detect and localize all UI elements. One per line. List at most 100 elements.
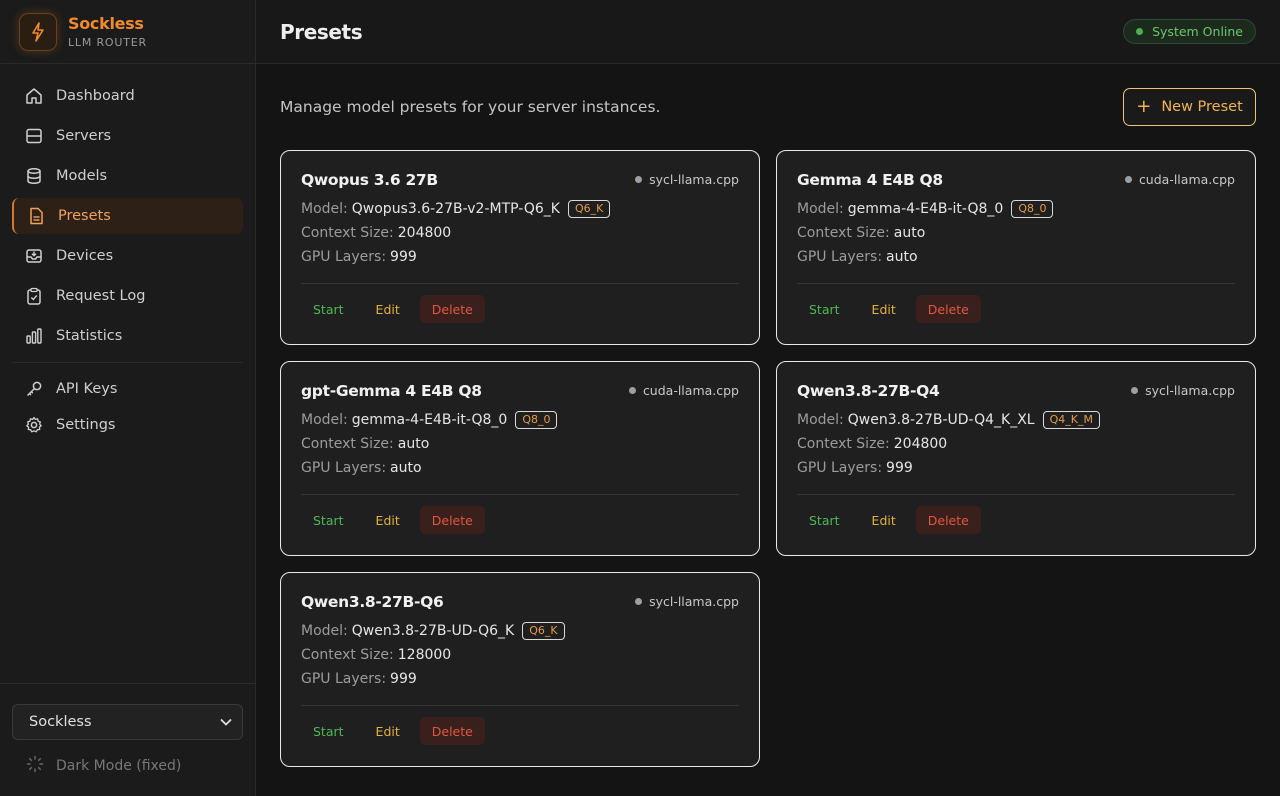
quant-badge: Q6_K	[522, 622, 565, 640]
sidebar-item-models[interactable]: Models	[12, 158, 243, 194]
preset-title: Qwopus 3.6 27B	[301, 171, 438, 189]
delete-button[interactable]: Delete	[419, 295, 485, 323]
gpu-field: GPU Layers: 999	[301, 245, 739, 269]
start-button[interactable]: Start	[301, 506, 356, 534]
model-value: Qwen3.8-27B-UD-Q6_K	[351, 623, 515, 639]
model-value: Qwen3.8-27B-UD-Q4_K_XL	[847, 412, 1035, 428]
sidebar-item-dashboard[interactable]: Dashboard	[12, 78, 243, 114]
edit-button[interactable]: Edit	[364, 295, 412, 323]
delete-button[interactable]: Delete	[419, 506, 485, 534]
new-preset-button[interactable]: + New Preset	[1123, 88, 1256, 126]
context-value: auto	[893, 225, 926, 241]
quant-badge: Q8_0	[515, 411, 558, 429]
preset-title: Qwen3.8-27B-Q4	[797, 382, 940, 400]
server-icon	[24, 126, 44, 146]
preset-card: gpt-Gemma 4 E4B Q8 cuda-llama.cpp Model:…	[280, 361, 760, 556]
quant-badge: Q8_0	[1011, 200, 1054, 218]
sidebar-item-request-log[interactable]: Request Log	[12, 278, 243, 314]
new-preset-label: New Preset	[1161, 99, 1243, 115]
bar-chart-icon	[24, 326, 44, 346]
sidebar-item-label: API Keys	[56, 381, 118, 397]
preset-card: Qwopus 3.6 27B sycl-llama.cpp Model: Qwop…	[280, 150, 760, 345]
card-divider	[301, 494, 739, 495]
field-label: Model:	[797, 412, 844, 428]
start-button[interactable]: Start	[301, 295, 356, 323]
sidebar-item-settings[interactable]: Settings	[12, 409, 243, 441]
database-icon	[24, 166, 44, 186]
workspace-select-value: Sockless	[29, 714, 92, 730]
delete-button[interactable]: Delete	[915, 506, 981, 534]
inbox-icon	[24, 246, 44, 266]
sidebar-item-label: Dashboard	[56, 88, 135, 104]
engine-badge: cuda-llama.cpp	[1124, 172, 1235, 187]
field-label: GPU Layers:	[301, 671, 387, 687]
sidebar-item-devices[interactable]: Devices	[12, 238, 243, 274]
page-description: Manage model presets for your server ins…	[280, 98, 661, 116]
delete-button[interactable]: Delete	[915, 295, 981, 323]
brand-subtitle: LLM ROUTER	[68, 35, 147, 49]
model-field: Model: Qwopus3.6-27B-v2-MTP-Q6_K Q6_K	[301, 197, 739, 221]
model-field: Model: Qwen3.8-27B-UD-Q4_K_XL Q4_K_M	[797, 408, 1235, 432]
preset-grid: Qwopus 3.6 27B sycl-llama.cpp Model: Qwop…	[280, 150, 1256, 767]
model-field: Model: gemma-4-E4B-it-Q8_0 Q8_0	[301, 408, 739, 432]
card-actions: Start Edit Delete	[301, 295, 493, 323]
edit-button[interactable]: Edit	[364, 717, 412, 745]
sidebar-item-statistics[interactable]: Statistics	[12, 318, 243, 354]
sidebar-item-label: Models	[56, 168, 108, 184]
field-label: Context Size:	[301, 647, 394, 663]
dark-mode-toggle: Dark Mode (fixed)	[12, 755, 243, 777]
engine-badge: sycl-llama.cpp	[635, 594, 739, 609]
field-label: Model:	[301, 412, 348, 428]
context-value: 128000	[397, 647, 452, 663]
edit-button[interactable]: Edit	[860, 295, 908, 323]
preset-title: Gemma 4 E4B Q8	[797, 171, 943, 189]
field-label: Model:	[301, 201, 348, 217]
field-label: Model:	[301, 623, 348, 639]
model-value: gemma-4-E4B-it-Q8_0	[847, 201, 1004, 217]
context-field: Context Size: auto	[301, 432, 739, 456]
context-value: 204800	[397, 225, 452, 241]
context-field: Context Size: 204800	[797, 432, 1235, 456]
engine-badge: sycl-llama.cpp	[1131, 383, 1235, 398]
preset-title: Qwen3.8-27B-Q6	[301, 593, 444, 611]
engine-dot-icon	[1131, 387, 1139, 394]
card-divider	[797, 494, 1235, 495]
delete-button[interactable]: Delete	[419, 717, 485, 745]
card-actions: Start Edit Delete	[301, 506, 493, 534]
gpu-field: GPU Layers: 999	[301, 667, 739, 691]
card-actions: Start Edit Delete	[797, 295, 989, 323]
edit-button[interactable]: Edit	[364, 506, 412, 534]
start-button[interactable]: Start	[797, 295, 852, 323]
sidebar-item-presets[interactable]: Presets	[12, 198, 243, 234]
sidebar-item-label: Settings	[56, 417, 116, 433]
sidebar-item-api-keys[interactable]: API Keys	[12, 373, 243, 405]
sidebar-item-servers[interactable]: Servers	[12, 118, 243, 154]
main-content: Manage model presets for your server ins…	[256, 64, 1280, 796]
key-icon	[24, 379, 44, 399]
engine-label: cuda-llama.cpp	[642, 383, 739, 398]
field-label: Context Size:	[301, 225, 394, 241]
engine-label: sycl-llama.cpp	[1145, 383, 1235, 398]
status-dot-icon	[1136, 28, 1144, 35]
sidebar-item-label: Request Log	[56, 288, 146, 304]
model-field: Model: gemma-4-E4B-it-Q8_0 Q8_0	[797, 197, 1235, 221]
sidebar-item-label: Servers	[56, 128, 112, 144]
card-actions: Start Edit Delete	[797, 506, 989, 534]
nav-divider	[12, 362, 243, 363]
field-label: Context Size:	[797, 436, 890, 452]
preset-card: Gemma 4 E4B Q8 cuda-llama.cpp Model: gemm…	[776, 150, 1256, 345]
start-button[interactable]: Start	[797, 506, 852, 534]
sidebar-item-label: Statistics	[56, 328, 123, 344]
preset-card: Qwen3.8-27B-Q4 sycl-llama.cpp Model: Qwen…	[776, 361, 1256, 556]
gpu-value: auto	[886, 249, 918, 265]
quant-badge: Q4_K_M	[1042, 411, 1100, 429]
engine-dot-icon	[635, 598, 643, 605]
card-divider	[301, 283, 739, 284]
edit-button[interactable]: Edit	[860, 506, 908, 534]
gear-icon	[24, 415, 44, 435]
sidebar-footer: Sockless Dark Mode (fixed)	[0, 683, 255, 796]
workspace-select[interactable]: Sockless	[12, 704, 243, 740]
document-icon	[26, 206, 46, 226]
engine-badge: cuda-llama.cpp	[628, 383, 739, 398]
start-button[interactable]: Start	[301, 717, 356, 745]
